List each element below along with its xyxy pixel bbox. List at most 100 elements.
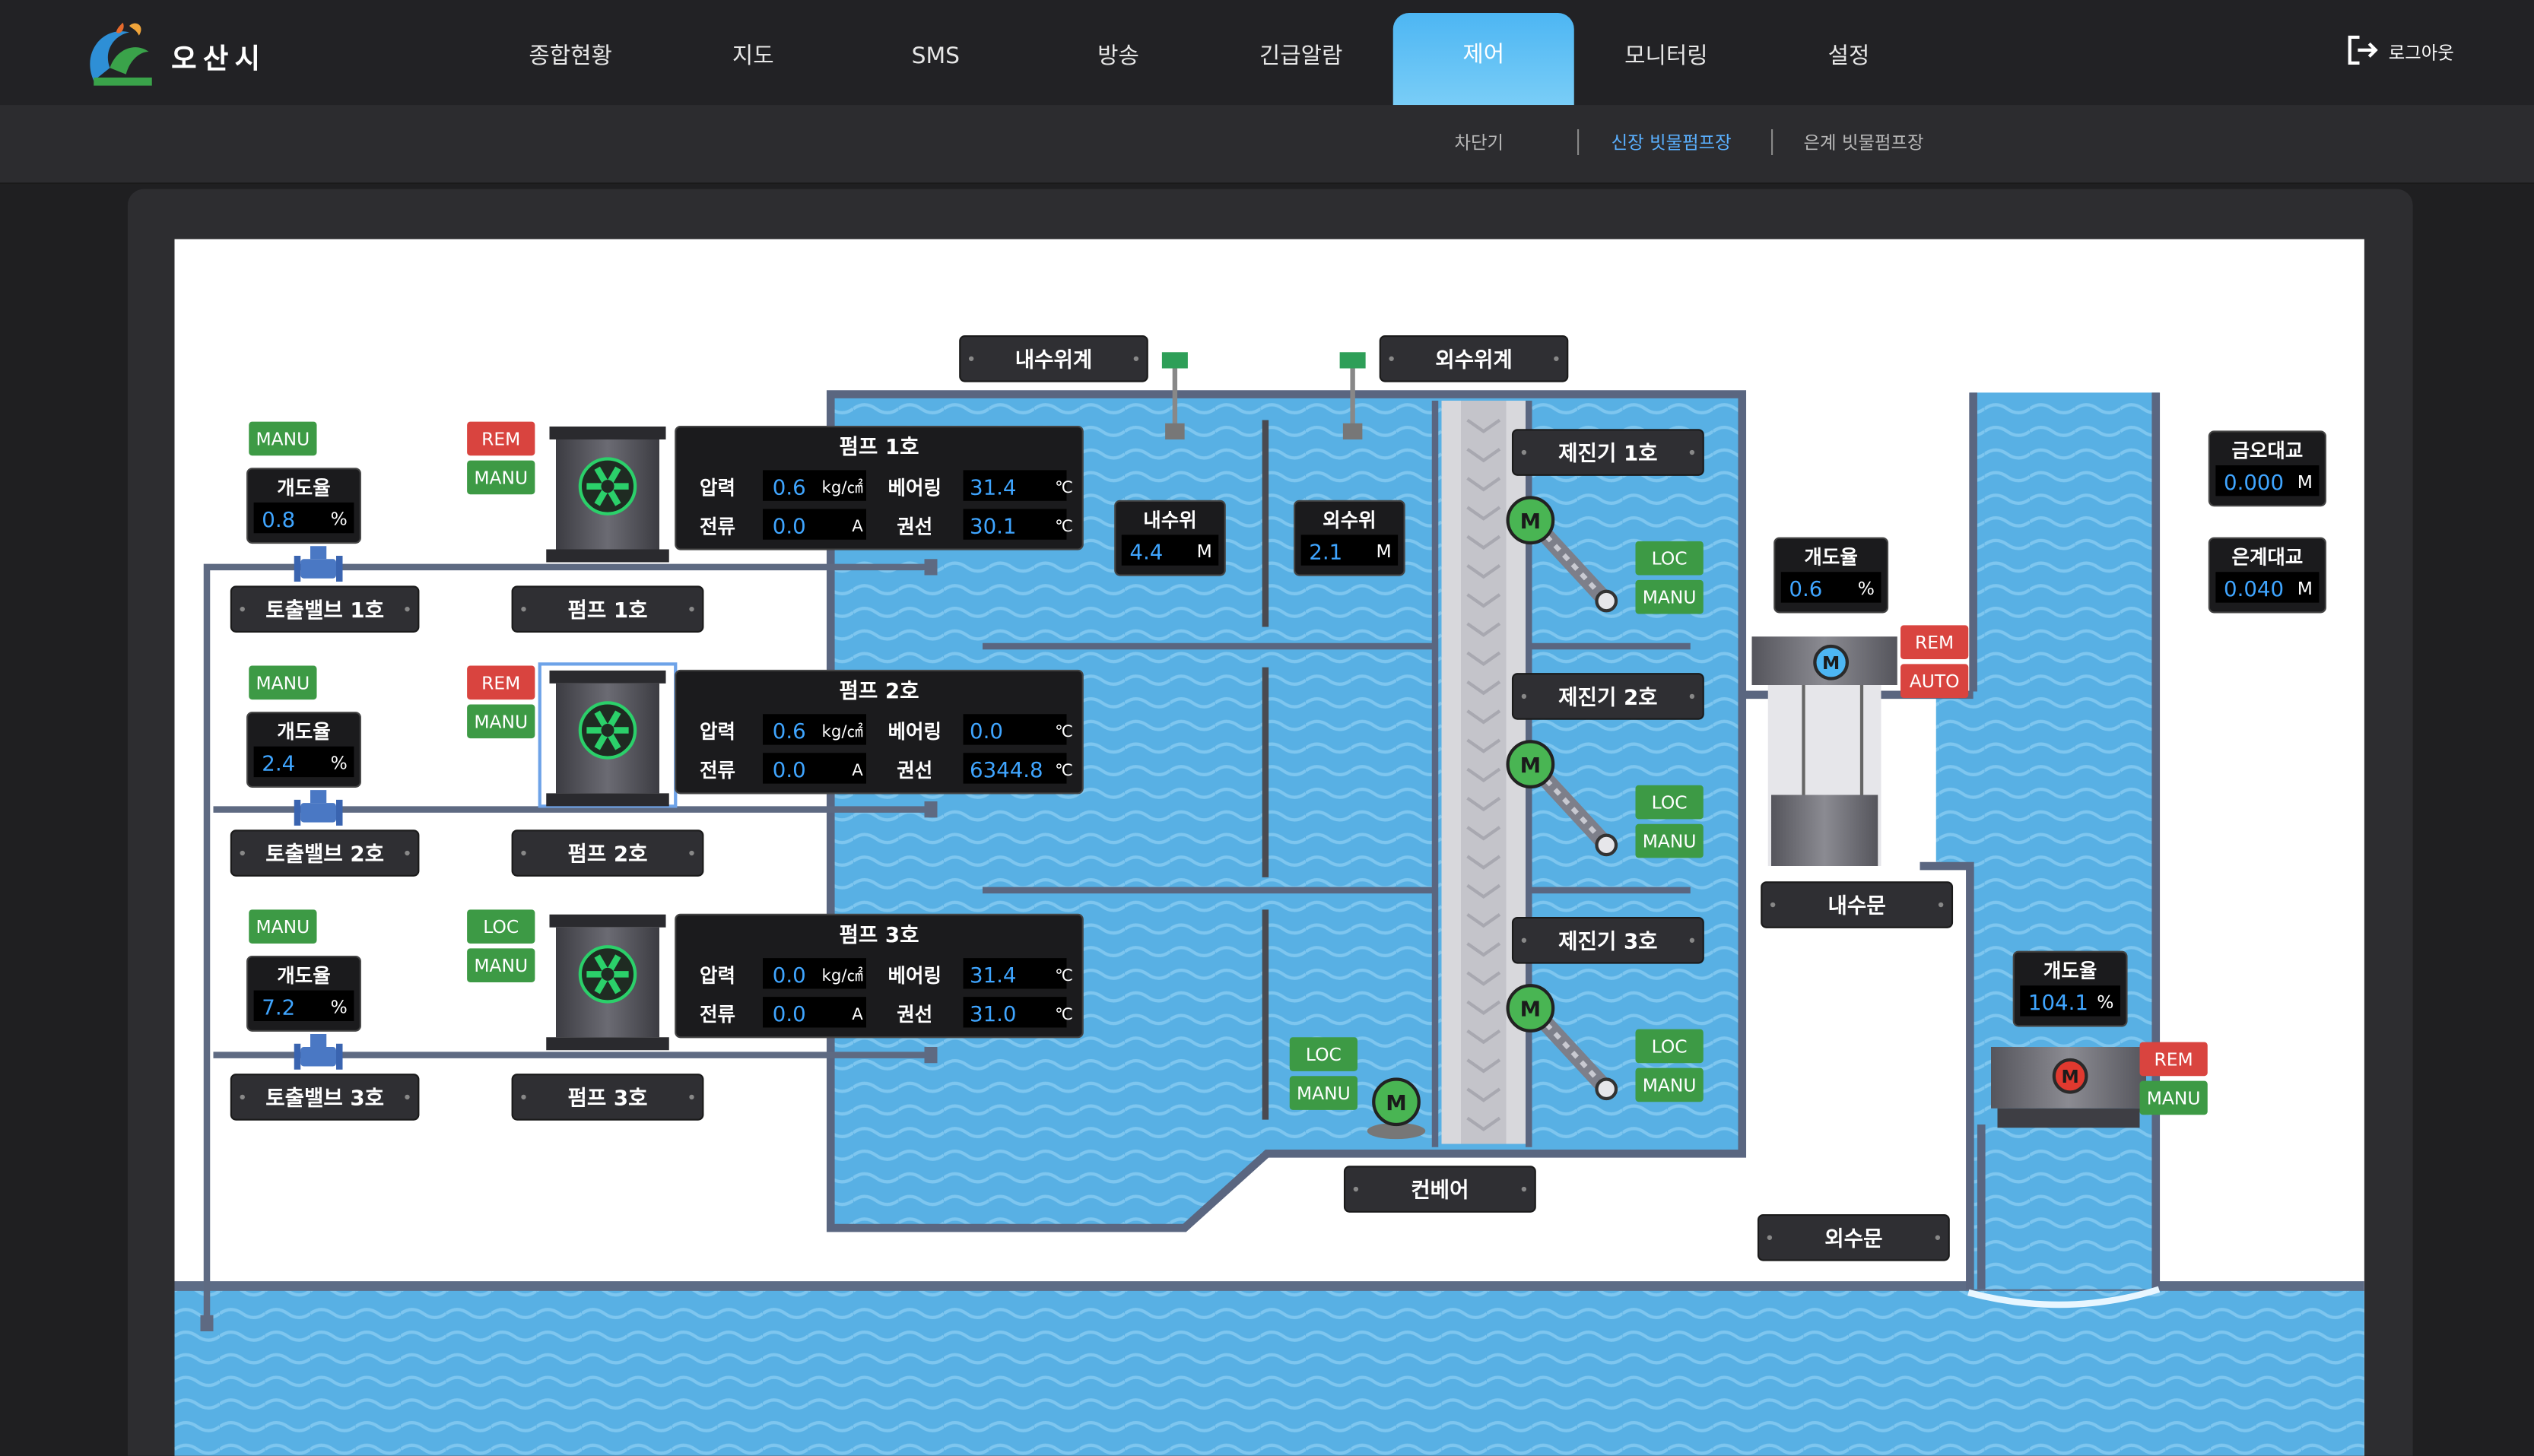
valve-1-mode-badge[interactable]: MANU <box>249 421 317 456</box>
motor-letter: M <box>1520 509 1541 534</box>
pump-3-nameplate[interactable]: 펌프 3호 <box>511 1074 704 1121</box>
subnav-eungye-pump-station[interactable]: 은계 빗물펌프장 <box>1804 129 1924 155</box>
pump-1-nameplate[interactable]: 펌프 1호 <box>511 585 704 633</box>
inner-level-box-value: 4.4 <box>1129 539 1163 564</box>
conveyor-mode-badge[interactable]: MANU <box>1289 1076 1358 1110</box>
outer-gate-mode-badge[interactable]: MANU <box>2139 1080 2208 1115</box>
valve-1-nameplate[interactable]: 토출밸브 1호 <box>230 585 420 633</box>
logo-text: 오산시 <box>171 43 267 76</box>
valve-2-nameplate[interactable]: 토출밸브 2호 <box>230 830 420 877</box>
conveyor-control-badge[interactable]: LOC <box>1289 1037 1358 1071</box>
pump-1-control-badge[interactable]: REM <box>467 421 535 456</box>
readout-unit: ℃ <box>1055 517 1073 536</box>
screen-1-nameplate[interactable]: 제진기 1호 <box>1511 429 1704 476</box>
nav-control[interactable]: 제어 <box>1392 13 1574 106</box>
inner-gate-mode-badge[interactable]: AUTO <box>1900 664 1969 698</box>
readout-unit: ℃ <box>1055 722 1073 741</box>
readout-label: 전류 <box>700 760 735 782</box>
screen-2-nameplate[interactable]: 제진기 2호 <box>1511 673 1704 720</box>
rivet-icon <box>1133 356 1139 361</box>
nav-sms[interactable]: SMS <box>869 0 1002 105</box>
valve-flange <box>336 799 343 826</box>
nav-broadcast[interactable]: 방송 <box>1052 0 1184 105</box>
readout-label: 압력 <box>700 721 735 744</box>
rivet-icon <box>1767 1235 1773 1240</box>
valve-icon[interactable] <box>294 546 343 582</box>
screen-1-nameplate-label: 제진기 1호 <box>1558 441 1657 466</box>
pump-3-icon[interactable] <box>546 914 669 1051</box>
inner-gauge-label-label: 내수위계 <box>1015 347 1093 372</box>
valve-1-nameplate-label: 토출밸브 1호 <box>265 598 384 623</box>
outer-gate-control-badge-label: REM <box>2155 1048 2193 1070</box>
outer-gate-opening-box-title: 개도율 <box>2043 960 2097 983</box>
rivet-icon <box>689 1094 694 1100</box>
screen-pivot <box>1595 1077 1618 1101</box>
readout-label: 권선 <box>897 760 932 782</box>
inner-gate-control-badge[interactable]: REM <box>1900 625 1969 659</box>
pump-fan-hub <box>601 967 614 981</box>
readout-value: 0.6 <box>773 474 806 500</box>
pump-2-mode-badge[interactable]: MANU <box>467 704 535 739</box>
nav-settings[interactable]: 설정 <box>1783 0 1915 105</box>
screen-2-mode-badge[interactable]: MANU <box>1635 823 1704 858</box>
outer-gate-nameplate[interactable]: 외수문 <box>1757 1213 1950 1261</box>
valve-3-mode-badge-label: MANU <box>256 916 310 937</box>
rivet-icon <box>1770 902 1776 908</box>
valve-1-mode-badge-label: MANU <box>256 428 310 449</box>
valve-flange <box>294 1043 301 1070</box>
inner-gate-opening-box-unit: % <box>1858 578 1875 599</box>
inner-gate-nameplate[interactable]: 내수문 <box>1761 881 1954 928</box>
bridge-2-level-box: 은계대교 0.040 M <box>2208 537 2326 614</box>
pump-2-control-badge-label: REM <box>481 672 520 693</box>
screen-1-mode-badge[interactable]: MANU <box>1635 579 1704 614</box>
valve-1-opening-box: 개도율 0.8% <box>246 468 361 544</box>
readout-unit: ℃ <box>1055 478 1073 497</box>
rivet-icon <box>968 356 974 361</box>
scada-diagram-svg: M M MMM M 내수위계 외수위계내수위4.4 M외수위2.1 MMANU개… <box>174 335 2364 1456</box>
screen-3-control-badge-label: LOC <box>1652 1036 1688 1057</box>
pump-2-nameplate[interactable]: 펌프 2호 <box>511 830 704 877</box>
nav-monitoring[interactable]: 모니터링 <box>1600 0 1732 105</box>
valve-3-nameplate[interactable]: 토출밸브 3호 <box>230 1074 420 1121</box>
screen-1-control-badge[interactable]: LOC <box>1635 541 1704 576</box>
pump-3-control-badge[interactable]: LOC <box>467 909 535 944</box>
valve-2-mode-badge-label: MANU <box>256 672 310 693</box>
screen-3-control-badge[interactable]: LOC <box>1635 1029 1704 1064</box>
pump-2-control-badge[interactable]: REM <box>467 665 535 700</box>
nav-overview[interactable]: 종합현황 <box>501 0 640 105</box>
rivet-icon <box>1935 1235 1941 1240</box>
logout-icon <box>2347 35 2380 70</box>
valve-icon[interactable] <box>294 1034 343 1070</box>
pump-1-mode-badge[interactable]: MANU <box>467 460 535 495</box>
subnav-sinjang-pump-station[interactable]: 신장 빗물펌프장 <box>1612 129 1732 155</box>
outer-gate-control-badge[interactable]: REM <box>2139 1042 2208 1077</box>
valve-1-opening-box-value: 0.8 <box>262 507 295 532</box>
rivet-icon <box>689 606 694 612</box>
subnav-breaker[interactable]: 차단기 <box>1455 129 1504 155</box>
nav-map[interactable]: 지도 <box>687 0 819 105</box>
outer-level-box-title: 외수위 <box>1323 509 1376 532</box>
conveyor-nameplate[interactable]: 컨베어 <box>1343 1166 1536 1213</box>
valve-2-mode-badge[interactable]: MANU <box>249 665 317 700</box>
nav-emergency-alarm[interactable]: 긴급알람 <box>1228 0 1373 105</box>
screen-3-mode-badge[interactable]: MANU <box>1635 1067 1704 1102</box>
motor-letter: M <box>1822 652 1840 674</box>
pump-3-mode-badge[interactable]: MANU <box>467 948 535 982</box>
valve-icon[interactable] <box>294 790 343 826</box>
pump-2-icon[interactable] <box>538 662 678 808</box>
readout-label: 권선 <box>897 515 932 538</box>
valve-flange <box>336 1043 343 1070</box>
inner-gate-leaf <box>1771 795 1878 866</box>
readout-title: 펌프 2호 <box>839 678 919 703</box>
logout-button[interactable]: 로그아웃 <box>2347 35 2454 70</box>
outer-gate-opening-box: 개도율 104.1% <box>2012 950 2128 1027</box>
valve-3-mode-badge[interactable]: MANU <box>249 909 317 944</box>
pump-1-icon[interactable] <box>546 427 669 563</box>
screen-3-nameplate[interactable]: 제진기 3호 <box>1511 916 1704 964</box>
valve-2-opening-box-title: 개도율 <box>277 721 330 744</box>
rivet-icon <box>240 1094 245 1100</box>
pump-3-nameplate-label: 펌프 3호 <box>567 1086 647 1111</box>
valve-body <box>300 1047 336 1067</box>
readout-value: 6344.8 <box>970 757 1043 782</box>
screen-2-control-badge[interactable]: LOC <box>1635 785 1704 820</box>
